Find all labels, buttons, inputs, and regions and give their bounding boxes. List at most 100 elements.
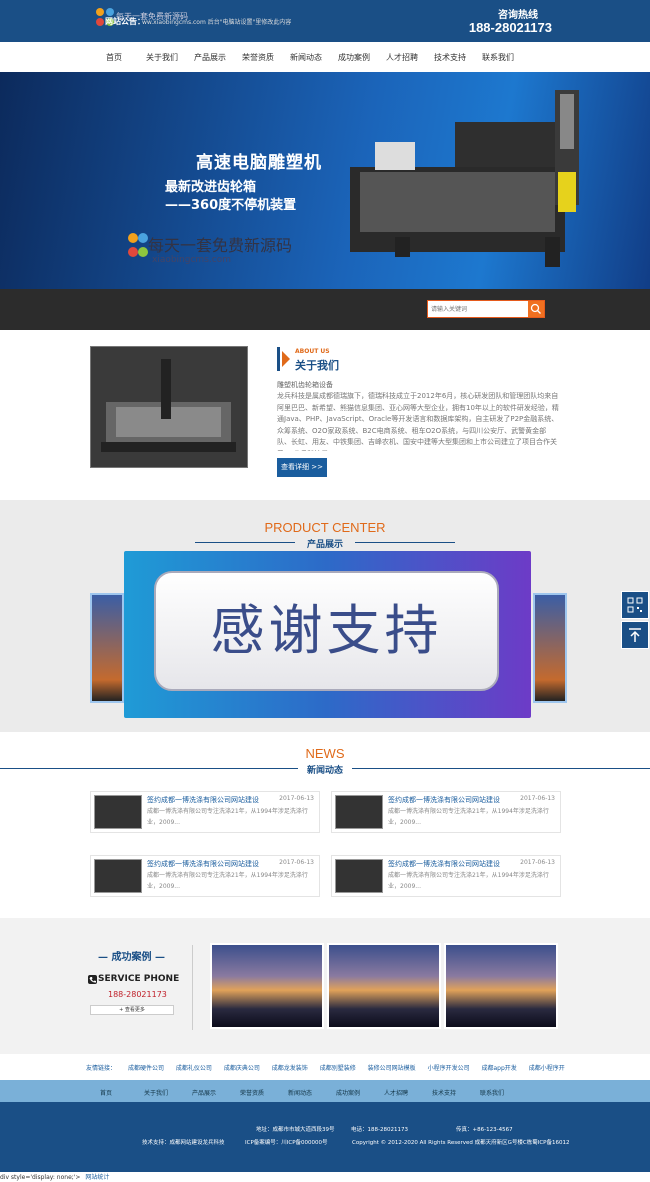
footer-support[interactable]: 技术支持：成都网站建设龙兵科技 [142, 1138, 225, 1146]
news-title[interactable]: 签约成都一博洗涤有限公司网站建设 [388, 859, 500, 869]
about-cn-title: 关于我们 [295, 359, 339, 372]
qrcode-button[interactable] [621, 591, 649, 619]
notice-bar [0, 289, 650, 330]
nav-honors[interactable]: 荣誉资质 [234, 52, 282, 63]
news-title[interactable]: 签约成都一博洗涤有限公司网站建设 [147, 795, 259, 805]
cases-title: — 成功案例 — [98, 952, 165, 963]
nav-jobs[interactable]: 人才招聘 [378, 52, 426, 63]
news-date: 2017-06-13 [520, 795, 555, 802]
search-icon [530, 303, 541, 314]
news-title[interactable]: 签约成都一博洗涤有限公司网站建设 [147, 859, 259, 869]
footer-nav-honors[interactable]: 荣誉资质 [240, 1088, 264, 1097]
case-image[interactable] [444, 943, 558, 1029]
cases-more-button[interactable]: + 查看更多 [90, 1005, 174, 1015]
footer-nav-home[interactable]: 首页 [100, 1088, 112, 1097]
friend-link[interactable]: 成都庆典公司 [224, 1065, 260, 1072]
nav-news[interactable]: 新闻动态 [282, 52, 330, 63]
friend-link[interactable]: 成都app开发 [482, 1065, 517, 1072]
hotline-number: 188-28021173 [468, 20, 552, 35]
about-image [90, 346, 248, 468]
case-image[interactable] [210, 943, 324, 1029]
friend-link[interactable]: 小程序开发公司 [428, 1065, 470, 1072]
watermark-x-icon [128, 233, 148, 257]
news-desc: 成都一博洗涤有限公司专注洗涤21年，从1994年涉足洗涤行业，2009... [147, 808, 308, 826]
nav-support[interactable]: 技术支持 [426, 52, 474, 63]
banner-graphic [350, 90, 579, 267]
footer-copyright: Copyright © 2012-2020 All Rights Reserve… [352, 1140, 570, 1146]
banner-headline: 高速电脑雕塑机 [196, 153, 322, 173]
top-header: 每天一套免费新源码 咨询热线 188-28021173 [0, 0, 650, 42]
footer-nav-about[interactable]: 关于我们 [144, 1088, 168, 1097]
friend-link[interactable]: 成都硬件公司 [128, 1065, 164, 1072]
footer-nav: 首页 关于我们 产品展示 荣誉资质 新闻动态 成功案例 人才招聘 技术支持 联系… [0, 1080, 650, 1102]
friend-link[interactable]: 成都礼仪公司 [176, 1065, 212, 1072]
nav-about[interactable]: 关于我们 [138, 52, 186, 63]
news-desc: 成都一博洗涤有限公司专注洗涤21年，从1994年涉足洗涤行业，2009... [388, 872, 549, 890]
back-to-top-button[interactable] [621, 621, 649, 649]
news-en-title: NEWS [305, 746, 345, 761]
news-desc: 成都一博洗涤有限公司专注洗涤21年，从1994年涉足洗涤行业，2009... [388, 808, 549, 826]
news-thumb [94, 859, 142, 893]
case-image[interactable] [327, 943, 441, 1029]
friend-link[interactable]: 成都小程序开 [529, 1065, 565, 1072]
search-input[interactable] [428, 301, 528, 317]
about-en-title: ABOUT US [295, 348, 330, 355]
notice-text[interactable]: ww.xiaobingcms.com 后台"电脑站设置"里修改此内容 [142, 17, 291, 26]
nav-contact[interactable]: 联系我们 [474, 52, 522, 63]
notice-label: 网站公告： [105, 17, 145, 26]
banner-watermark: 每天一套免费新源码 xiaobingcms.com [128, 232, 292, 265]
footer-nav-products[interactable]: 产品展示 [192, 1088, 216, 1097]
machine-photo [101, 359, 236, 452]
footer-nav-news[interactable]: 新闻动态 [288, 1088, 312, 1097]
news-item[interactable]: 签约成都一博洗涤有限公司网站建设 2017-06-13 成都一博洗涤有限公司专注… [90, 855, 320, 897]
news-title[interactable]: 签约成都一博洗涤有限公司网站建设 [388, 795, 500, 805]
watermark-text-en: xiaobingcms.com [152, 255, 231, 265]
product-thumb-left[interactable] [90, 593, 124, 703]
hotline-label: 咨询热线 [498, 10, 538, 21]
site-stats-link[interactable]: 网站统计 [85, 1174, 109, 1181]
footer-nav-support[interactable]: 技术支持 [432, 1088, 456, 1097]
news-item[interactable]: 签约成都一博洗涤有限公司网站建设 2017-06-13 成都一博洗涤有限公司专注… [331, 791, 561, 833]
about-body: 龙兵科技是属成都德瑞旗下，德瑞科技成立于2012年6月，核心研发团队和管理团队均… [277, 392, 559, 451]
search-button[interactable] [528, 301, 544, 317]
main-nav: 首页 关于我们 产品展示 荣誉资质 新闻动态 成功案例 人才招聘 技术支持 联系… [0, 42, 650, 72]
service-phone-number: 188-28021173 [108, 990, 167, 999]
banner-subline-1: 最新改进齿轮箱 [165, 180, 257, 195]
about-more-button[interactable]: 查看详细 >> [277, 458, 327, 477]
news-thumb [94, 795, 142, 829]
nav-home[interactable]: 首页 [90, 52, 138, 63]
arrow-up-icon [629, 628, 641, 642]
footer-address: 地址：成都市市城大道西段39号 [256, 1127, 335, 1133]
banner-subline-2: ——360度不停机装置 [165, 198, 297, 213]
footer-nav-contact[interactable]: 联系我们 [480, 1088, 504, 1097]
friend-links-label: 友情链接： [86, 1065, 117, 1072]
thanks-overlay: 感谢支持 [124, 551, 531, 718]
footer: 地址：成都市市城大道西段39号 电话：188-28021173 传真：+86-1… [0, 1102, 650, 1172]
news-cn-title: 新闻动态 [306, 766, 343, 776]
footer-nav-cases[interactable]: 成功案例 [336, 1088, 360, 1097]
nav-cases[interactable]: 成功案例 [330, 52, 378, 63]
news-item[interactable]: 签约成都一博洗涤有限公司网站建设 2017-06-13 成都一博洗涤有限公司专注… [331, 855, 561, 897]
news-item[interactable]: 签约成都一博洗涤有限公司网站建设 2017-06-13 成都一博洗涤有限公司专注… [90, 791, 320, 833]
thanks-text: 感谢支持 [210, 599, 443, 662]
bottom-code-text: div style='display: none;'> [0, 1174, 81, 1181]
friend-link[interactable]: 成都别墅装修 [320, 1065, 356, 1072]
friend-link[interactable]: 成都龙发装饰 [272, 1065, 308, 1072]
service-phone-label: SERVICE PHONE [98, 974, 180, 984]
phone-icon [88, 975, 97, 984]
footer-icp[interactable]: ICP备案编号：川ICP备000000号 [245, 1138, 328, 1146]
about-accent-icon [277, 347, 290, 371]
news-date: 2017-06-13 [520, 859, 555, 866]
hero-banner[interactable]: 高速电脑雕塑机 最新改进齿轮箱 ——360度不停机装置 每天一套免费新源码 xi… [0, 72, 650, 289]
product-thumb-right[interactable] [533, 593, 567, 703]
friend-link[interactable]: 装修公司网站模板 [368, 1065, 416, 1072]
friend-links: 友情链接： 成都硬件公司 成都礼仪公司 成都庆典公司 成都龙发装饰 成都别墅装修… [0, 1054, 650, 1080]
cases-more-label: 查看更多 [124, 1007, 145, 1013]
footer-fax: 传真：+86-123-4567 [456, 1127, 513, 1133]
news-date: 2017-06-13 [279, 859, 314, 866]
search-box [427, 300, 545, 318]
news-thumb [335, 859, 383, 893]
thanks-panel: 感谢支持 [154, 571, 499, 691]
nav-products[interactable]: 产品展示 [186, 52, 234, 63]
footer-nav-jobs[interactable]: 人才招聘 [384, 1088, 408, 1097]
